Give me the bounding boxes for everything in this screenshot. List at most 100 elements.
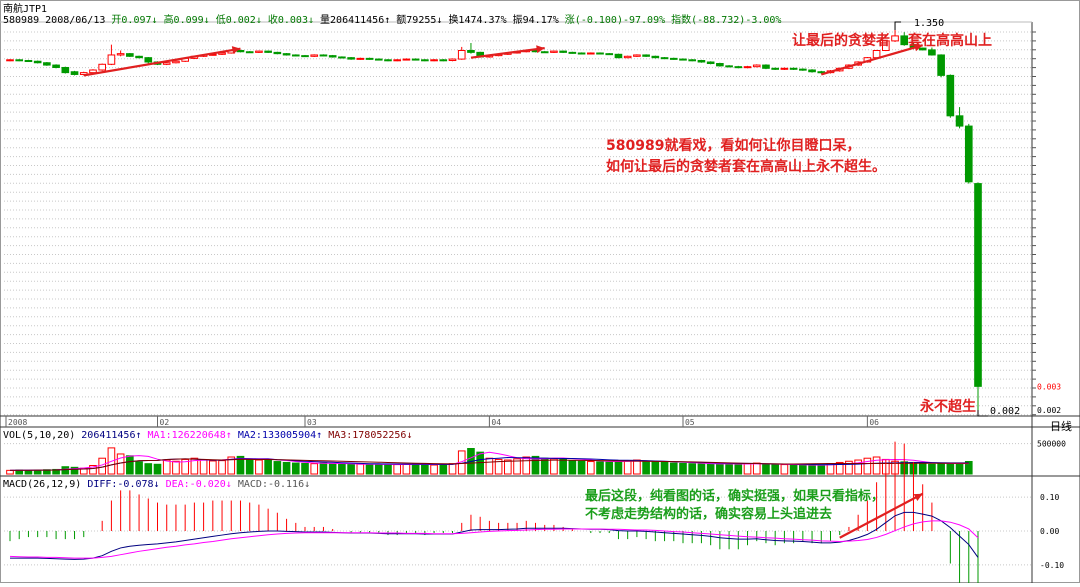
candle-body [974,183,982,387]
high-price-label: 1.350 [914,18,945,29]
high-marker [894,21,902,30]
volume-bar [697,463,706,475]
volume-bar [273,461,282,475]
candle-body [955,115,964,127]
candle-body [762,64,770,69]
trend-arrow-1 [83,47,241,77]
candle-body [872,49,881,59]
volume-bar [255,459,263,475]
info-date: 2008/06/13 [45,15,106,26]
candle-body [411,58,420,61]
volume-bar [61,466,70,475]
candle-body [172,60,180,64]
candle-body [799,68,807,71]
annotation-watch-line1: 580989就看戏，看如何让你目瞪口呆， [606,138,861,154]
candle-body [365,57,374,60]
candle-body [356,57,365,60]
candle-body [457,49,466,60]
candle-body [43,62,51,66]
volume-bar [918,463,927,475]
volume-bar [734,463,743,475]
volume-bar [291,462,300,475]
volume-bar [706,463,715,475]
candle-body [891,35,899,42]
annotation-never-recover: 永不超生 [920,399,976,415]
low-price-label: 0.002 [990,406,1021,417]
candle-body [568,51,577,54]
volume-bar [550,458,558,475]
candle-body [623,55,632,59]
candle-body [301,55,309,58]
volume-bar [586,461,595,475]
candle-body [706,61,715,65]
volume-bar [863,457,872,475]
volume-bar [633,459,641,475]
volume-bar [808,465,816,475]
candle-body [900,35,909,46]
volume-bar [301,462,309,475]
period-label[interactable]: 日线 [1050,418,1072,434]
candle-body [660,57,669,60]
volume-bar [209,460,217,475]
volume-bar [411,463,420,475]
volume-value: 206411456↑ [81,430,142,441]
info-open: 开0.097↓ [111,15,158,26]
candle-body [33,60,42,64]
candle-body [264,50,272,53]
time-axis-label: 04 [491,418,501,427]
volume-bar [771,464,779,475]
candle-body [577,52,586,55]
annotation-greedy: 让最后的贪婪者 [792,33,890,49]
candle-body [328,55,337,58]
volume-header: VOL(5,10,20) 206411456↑ MA1:126220648↑ M… [3,430,412,441]
volume-bar [688,463,697,475]
volume-bar [642,460,650,475]
candle-body [780,67,789,70]
volume-ma1: MA1:126220648↑ [147,430,232,441]
candle-body [273,51,282,55]
volume-bar [928,463,936,475]
chart-canvas[interactable]: 0.003 0.002 2008 02 03 04 05 06 500000 0.10 0.00 -0… [0,0,1080,587]
volume-bar [577,460,586,475]
candle-body [236,49,245,53]
volume-bar [955,462,964,475]
candle-body [946,74,955,117]
macd-axis-label: 0.00 [1040,527,1059,536]
info-change: 涨(-0.100)-97.09% [564,15,666,26]
candle-body [98,63,107,71]
candle-body [52,64,60,68]
macd-diff: DIFF:-0.078↓ [87,479,160,490]
candle-body [310,54,319,57]
volume-bar [172,460,180,475]
time-axis-label: 03 [307,418,317,427]
volume-bar [218,460,226,475]
volume-bar [752,462,761,475]
candle-body [6,59,14,62]
candle-body [642,54,650,57]
chart-window: 0.003 0.002 2008 02 03 04 05 06 500000 0.10 0.00 -0… [0,0,1080,587]
macd-label: MACD(26,12,9) [3,479,82,490]
candle-body [725,65,733,68]
volume-bar [245,458,254,475]
volume-bar [153,463,162,475]
macd-axis-label: 0.10 [1040,493,1059,502]
volume-bar [780,464,789,475]
volume-bar [817,464,826,475]
volume-label: VOL(5,10,20) [3,430,76,441]
candle-body [439,59,448,62]
volume-bar [522,456,531,475]
time-axis-label: 06 [869,418,879,427]
candle-body [596,52,604,55]
volume-bar [402,463,411,475]
candle-body [319,54,328,57]
volume-bar [347,463,355,475]
volume-bar [421,464,429,475]
volume-bar [623,460,632,475]
volume-bar [282,461,291,475]
time-axis-label: 2008 [8,418,27,427]
annotation-high-mountain: 套在高高山上 [908,33,992,49]
candle-body [808,69,816,73]
volume-bar [605,461,614,475]
macd-axis-label: -0.10 [1040,561,1064,570]
volume-bar [430,464,438,475]
